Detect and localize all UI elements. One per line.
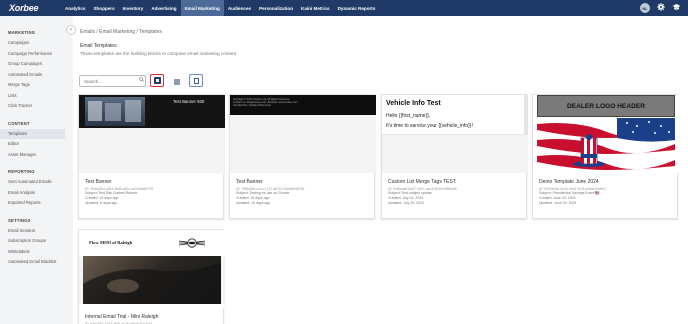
card-title[interactable]: Test Banner [230, 179, 374, 185]
card-title[interactable]: Internal Email Trial - Mini Raleigh [79, 314, 223, 320]
nav-dynamic-reports[interactable]: Dynamic Reports [334, 0, 380, 16]
thumbnail-photo [85, 97, 145, 126]
sidebar-section-settings: SETTINGS [8, 217, 31, 223]
sidebar-item-campaigns[interactable]: Campaigns [0, 38, 68, 49]
template-card[interactable]: Vehicle Info Test Hello {{first_name}}, … [381, 94, 528, 219]
thumbnail-scrollbar [524, 95, 528, 135]
card-title[interactable]: Demo Template June 2024 [533, 179, 677, 185]
sidebar: MARKETING Campaigns Campaign Performance… [0, 16, 68, 324]
nav-right: NL [640, 0, 688, 16]
main-nav: Analytics Shoppers Inventory Advertising… [61, 0, 379, 16]
template-card[interactable]: Flow MINI of Raleigh Internal Email Tria… [78, 229, 225, 324]
template-card[interactable]: Test Banner 930 Test Banner ID: 3bdd42e1… [78, 94, 225, 219]
main-content: Emails / Email Marketing / Templates Ema… [73, 16, 688, 324]
page-subtitle: These templates are the building blocks … [80, 51, 238, 56]
nav-shoppers[interactable]: Shoppers [89, 0, 118, 16]
search-icon[interactable] [139, 77, 144, 84]
chevron-left-icon: ‹ [70, 27, 72, 33]
sidebar-item-asset-manager[interactable]: Asset Manager [0, 150, 68, 161]
nav-inventory[interactable]: Inventory [119, 0, 148, 16]
thumbnail-heading: Vehicle Info Test [386, 100, 441, 107]
thumbnail-text: Hello {{first_name}}, [386, 113, 431, 119]
sidebar-item-email-analysis[interactable]: Email Analysis [0, 188, 68, 199]
brand-logo[interactable]: Xorbee [9, 3, 61, 13]
nav-email-marketing[interactable]: Email Marketing [180, 0, 224, 16]
template-card[interactable]: Copyright © 2024 Xorbee, Ltd. All Rights… [229, 94, 376, 219]
sidebar-section-marketing: MARKETING [8, 30, 36, 35]
card-title[interactable]: Custom List Merge Tags TEST [382, 179, 526, 185]
sidebar-item-group-campaigns[interactable]: Group Campaigns [0, 59, 68, 70]
template-thumbnail: DEALER LOGO HEADER [533, 95, 679, 173]
card-updated: Updated: 6 days ago [85, 201, 118, 206]
card-updated: Updated: June 20, 2024 [539, 201, 577, 206]
thumbnail-header: DEALER LOGO HEADER [537, 95, 675, 117]
sidebar-section-content: CONTENT [8, 120, 30, 126]
thumbnail-label: Test Banner 930 [173, 99, 205, 104]
collapse-sidebar-button[interactable]: ‹ [66, 25, 76, 35]
thumbnail-text: Unsubscribe | Update Preferences [233, 104, 272, 108]
template-thumbnail: Test Banner 930 [79, 95, 225, 173]
list-view-icon [174, 79, 180, 84]
graduation-cap-icon[interactable] [672, 3, 681, 13]
page-title: Email Templates [80, 43, 117, 49]
sidebar-item-campaign-performance[interactable]: Campaign Performance [0, 49, 68, 60]
user-avatar[interactable]: NL [640, 3, 650, 13]
thumbnail-photo [83, 256, 221, 304]
nav-advertising[interactable]: Advertising [147, 0, 180, 16]
sidebar-item-subscription-groups[interactable]: Subscription Groups [0, 236, 68, 247]
thumbnail-header: Flow MINI of Raleigh [79, 230, 225, 256]
sidebar-item-click-tracker[interactable]: Click Tracker [0, 101, 68, 112]
sidebar-section-reporting: REPORTING [8, 169, 35, 174]
sidebar-item-merge-tags[interactable]: Merge Tags [0, 80, 68, 91]
sidebar-item-whitelabels[interactable]: Whitelabels [0, 247, 68, 258]
card-updated: Updated: 13 days ago [236, 201, 271, 206]
nav-audiences[interactable]: Audiences [224, 0, 255, 16]
thumbnail-text: It's time to service your {{vehicle_info… [386, 123, 473, 129]
gear-icon[interactable] [657, 3, 665, 13]
template-thumbnail: Vehicle Info Test Hello {{first_name}}, … [382, 95, 528, 173]
sidebar-item-exported-reports[interactable]: Exported Reports [0, 198, 68, 209]
nav-kaini-metrics[interactable]: Kaini Metrics [297, 0, 334, 16]
template-thumbnail: Flow MINI of Raleigh [79, 230, 225, 308]
thumbnail-dealer-name: Flow MINI of Raleigh [89, 240, 133, 245]
list-view-button[interactable] [170, 75, 184, 88]
sidebar-item-email-senders[interactable]: Email Senders [0, 226, 68, 237]
search-input[interactable] [79, 75, 146, 87]
card-updated: Updated: July 22, 2024 [388, 201, 424, 206]
sidebar-item-automated-email-blacklist[interactable]: Automated Email Blacklist [0, 257, 68, 268]
template-card[interactable]: DEALER LOGO HEADER Demo Template June 20… [532, 94, 679, 219]
thumbnail-email-preview: Vehicle Info Test Hello {{first_name}}, … [382, 95, 528, 135]
template-thumbnail: Copyright © 2024 Xorbee, Ltd. All Rights… [230, 95, 376, 173]
top-navbar: Xorbee Analytics Shoppers Inventory Adve… [0, 0, 688, 16]
flag-image [537, 118, 675, 173]
sidebar-item-templates[interactable]: Templates [0, 128, 65, 139]
card-title[interactable]: Test Banner [79, 179, 223, 185]
sidebar-item-lists[interactable]: Lists [0, 91, 68, 102]
compact-view-icon [193, 77, 199, 84]
mini-logo-icon [179, 238, 205, 248]
sidebar-item-sent-automated-emails[interactable]: Sent Automated Emails [0, 177, 68, 188]
nav-personalization[interactable]: Personalization [255, 0, 297, 16]
sidebar-item-automated-emails[interactable]: Automated Emails [0, 70, 68, 81]
grid-view-icon [153, 77, 161, 84]
nav-analytics[interactable]: Analytics [61, 0, 89, 16]
thumbnail-footer [79, 304, 225, 308]
compact-view-button[interactable] [189, 74, 203, 87]
sidebar-item-editor[interactable]: Editor [0, 139, 68, 150]
breadcrumb: Emails / Email Marketing / Templates [80, 29, 162, 35]
thumbnail-dealer-template: DEALER LOGO HEADER [533, 95, 679, 173]
thumbnail-footer: Copyright © 2024 Xorbee, Ltd. All Rights… [230, 95, 376, 115]
grid-view-button[interactable] [150, 74, 164, 87]
